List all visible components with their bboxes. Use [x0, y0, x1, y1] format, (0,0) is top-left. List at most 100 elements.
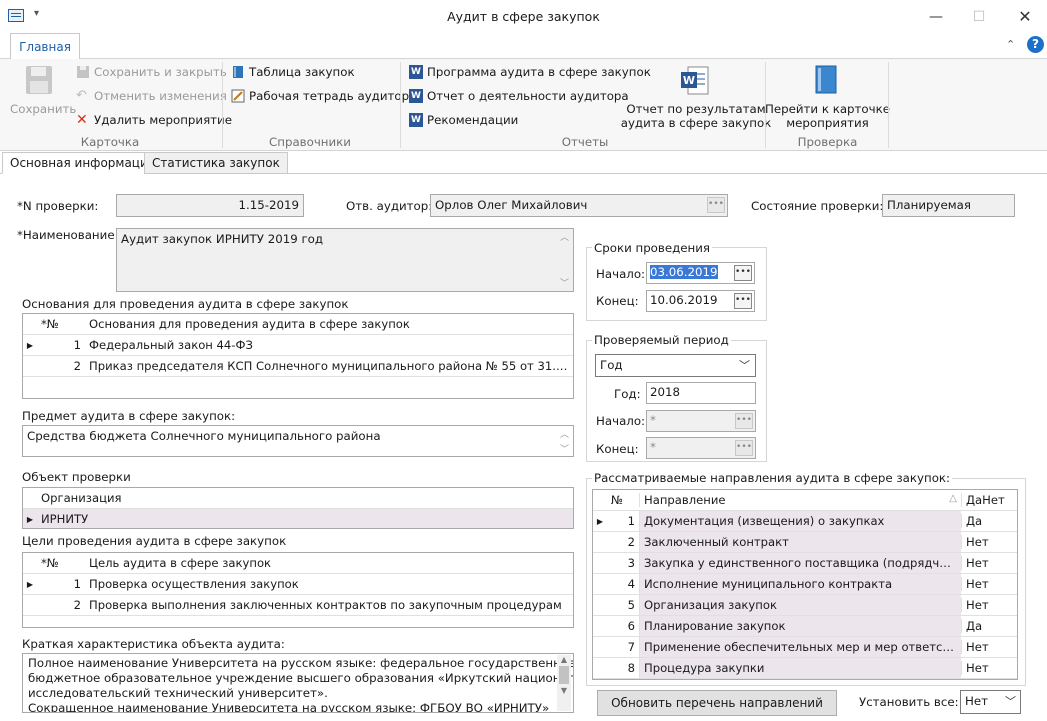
save-close-icon: [76, 65, 90, 79]
table-row[interactable]: 2 Проверка выполнения заключенных контра…: [23, 595, 573, 616]
terms-end-field[interactable]: 10.06.2019 •••: [646, 290, 755, 312]
results-report-label-1: Отчет по результатам: [626, 102, 766, 116]
table-row[interactable]: 5 Организация закупок Нет: [593, 595, 1017, 616]
table-row[interactable]: 3 Закупка у единственного поставщика (под…: [593, 553, 1017, 574]
period-type-select[interactable]: Год ﹀: [595, 354, 756, 377]
direction-cell-num: 6: [627, 619, 635, 633]
goals-header-text: Цель аудита в сфере закупок: [89, 556, 272, 570]
delete-icon: ✕: [76, 112, 88, 128]
audit-program-button[interactable]: W Программа аудита в сфере закупок: [409, 65, 651, 79]
group-card-label: Карточка: [80, 135, 140, 149]
directions-rows: ▶ 1 Документация (извещения) о закупках Да 2…: [593, 511, 1017, 679]
table-row[interactable]: 2 Приказ председателя КСП Солнечного мун…: [23, 356, 573, 377]
direction-cell-yesno: Нет: [961, 556, 1017, 570]
date-picker-button[interactable]: •••: [734, 265, 752, 281]
table-row[interactable]: 8 Процедура закупки Нет: [593, 658, 1017, 679]
directions-header-dir[interactable]: Направление △: [639, 493, 961, 507]
direction-cell-num: 5: [627, 598, 635, 612]
name-field[interactable]: Аудит закупок ИРНИТУ 2019 год: [116, 228, 574, 292]
minimize-button[interactable]: —: [918, 4, 954, 30]
cancel-changes-button[interactable]: ↶ Отменить изменения: [76, 88, 227, 104]
directions-grid: № Направление △ ДаНет ▶ 1 Документация (из…: [592, 489, 1018, 680]
brief-label: Краткая характеристика объекта аудита:: [22, 637, 285, 651]
svg-text:W: W: [683, 74, 695, 87]
save-button[interactable]: Сохранить: [10, 102, 76, 116]
state-field[interactable]: Планируемая: [882, 194, 1015, 217]
goals-grid: *№ Цель аудита в сфере закупок ▶ 1 Прове…: [22, 552, 574, 628]
period-year-label: Год:: [614, 387, 641, 401]
direction-cell-name: Процедура закупки: [639, 658, 961, 678]
table-row[interactable]: 4 Исполнение муниципального контракта Нет: [593, 574, 1017, 595]
period-start-field[interactable]: * •••: [646, 410, 756, 432]
auditor-field[interactable]: Орлов Олег Михайлович •••: [430, 194, 728, 217]
go-to-card-label-2: мероприятия: [786, 116, 869, 130]
scroll-down-icon[interactable]: ▼: [557, 686, 571, 695]
table-row[interactable]: 7 Применение обеспечительных мер и мер от…: [593, 637, 1017, 658]
goals-header-num: *№: [41, 556, 59, 570]
word-document-icon: W: [680, 66, 710, 96]
brief-field[interactable]: Полное наименование Университета на русс…: [22, 653, 574, 713]
date-picker-button[interactable]: •••: [734, 293, 752, 309]
results-report-label-2: аудита в сфере закупок: [620, 116, 772, 130]
goals-cell-text: Проверка выполнения заключенных контракт…: [89, 598, 562, 612]
recommendations-label: Рекомендации: [427, 113, 519, 127]
scroll-up-icon[interactable]: ▲: [557, 655, 571, 664]
maximize-button[interactable]: ☐: [961, 4, 997, 30]
object-cell-org: ИРНИТУ: [41, 512, 89, 526]
check-number-field[interactable]: 1.15-2019: [116, 194, 304, 217]
period-end-field[interactable]: * •••: [646, 437, 756, 459]
direction-cell-name: Применение обеспечительных мер и мер отв…: [639, 637, 961, 657]
row-pointer-icon: ▶: [26, 514, 34, 524]
subject-scroll-up-icon[interactable]: ︿: [560, 427, 569, 440]
state-label: Состояние проверки:: [751, 199, 884, 213]
table-row[interactable]: ▶ 1 Федеральный закон 44-ФЗ: [23, 335, 573, 356]
tab-main-info[interactable]: Основная информация: [2, 152, 163, 174]
grounds-title: Основания для проведения аудита в сфере …: [22, 297, 349, 311]
go-to-card-button[interactable]: Перейти к карточке мероприятия: [765, 102, 890, 130]
chevron-down-icon: ﹀: [1005, 695, 1016, 708]
subject-field[interactable]: Средства бюджета Солнечного муниципально…: [22, 425, 574, 457]
terms-start-label: Начало:: [596, 267, 646, 281]
table-row[interactable]: ▶ 1 Документация (извещения) о закупках Да: [593, 511, 1017, 532]
date-picker-button[interactable]: •••: [735, 413, 753, 429]
go-to-card-label-1: Перейти к карточке: [765, 102, 890, 116]
tab-procurement-stats[interactable]: Статистика закупок: [144, 152, 288, 174]
refresh-directions-button[interactable]: Обновить перечень направлений: [597, 690, 837, 716]
terms-start-value: 03.06.2019: [650, 265, 718, 279]
terms-start-field[interactable]: 03.06.2019 •••: [646, 262, 755, 284]
date-picker-button[interactable]: •••: [735, 440, 753, 456]
subject-scroll-down-icon[interactable]: ﹀: [560, 442, 569, 455]
undo-icon: ↶: [76, 88, 87, 103]
cancel-changes-label: Отменить изменения: [94, 89, 227, 103]
goals-header: *№ Цель аудита в сфере закупок: [23, 553, 573, 574]
table-row[interactable]: ▶ ИРНИТУ: [23, 509, 573, 528]
procurement-table-button[interactable]: Таблица закупок: [231, 65, 355, 79]
collapse-ribbon-icon[interactable]: ⌃: [1006, 38, 1015, 51]
direction-cell-num: 3: [627, 556, 635, 570]
results-report-button[interactable]: Отчет по результатам аудита в сфере заку…: [621, 102, 772, 130]
directions-header: № Направление △ ДаНет: [593, 490, 1017, 511]
delete-event-button[interactable]: ✕ Удалить мероприятие: [76, 113, 232, 127]
name-scroll-up-icon[interactable]: ︿: [560, 230, 569, 243]
scroll-thumb[interactable]: [559, 666, 569, 684]
brief-scrollbar[interactable]: ▲ ▼: [557, 655, 571, 711]
help-icon[interactable]: ?: [1027, 36, 1044, 53]
ribbon-tab-main[interactable]: Главная: [10, 33, 80, 59]
table-row[interactable]: 6 Планирование закупок Да: [593, 616, 1017, 637]
directions-title: Рассматриваемые направления аудита в сфе…: [592, 471, 953, 485]
set-all-select[interactable]: Нет ﹀: [960, 690, 1021, 714]
auditor-workbook-button[interactable]: Рабочая тетрадь аудитора: [231, 89, 416, 103]
table-row[interactable]: 2 Заключенный контракт Нет: [593, 532, 1017, 553]
auditor-lookup-button[interactable]: •••: [707, 197, 725, 213]
period-start-value: *: [650, 413, 656, 427]
close-button[interactable]: ✕: [1007, 4, 1043, 30]
directions-header-dir-label: Направление: [644, 493, 726, 507]
directions-header-num: №: [611, 493, 624, 507]
table-row[interactable]: ▶ 1 Проверка осуществления закупок: [23, 574, 573, 595]
name-scroll-down-icon[interactable]: ﹀: [560, 276, 569, 289]
recommendations-button[interactable]: W Рекомендации: [409, 113, 518, 127]
activity-report-button[interactable]: W Отчет о деятельности аудитора: [409, 89, 629, 103]
window-title: Аудит в сфере закупок: [447, 9, 600, 24]
save-close-button[interactable]: Сохранить и закрыть: [76, 65, 227, 79]
period-year-field[interactable]: 2018: [646, 382, 756, 404]
